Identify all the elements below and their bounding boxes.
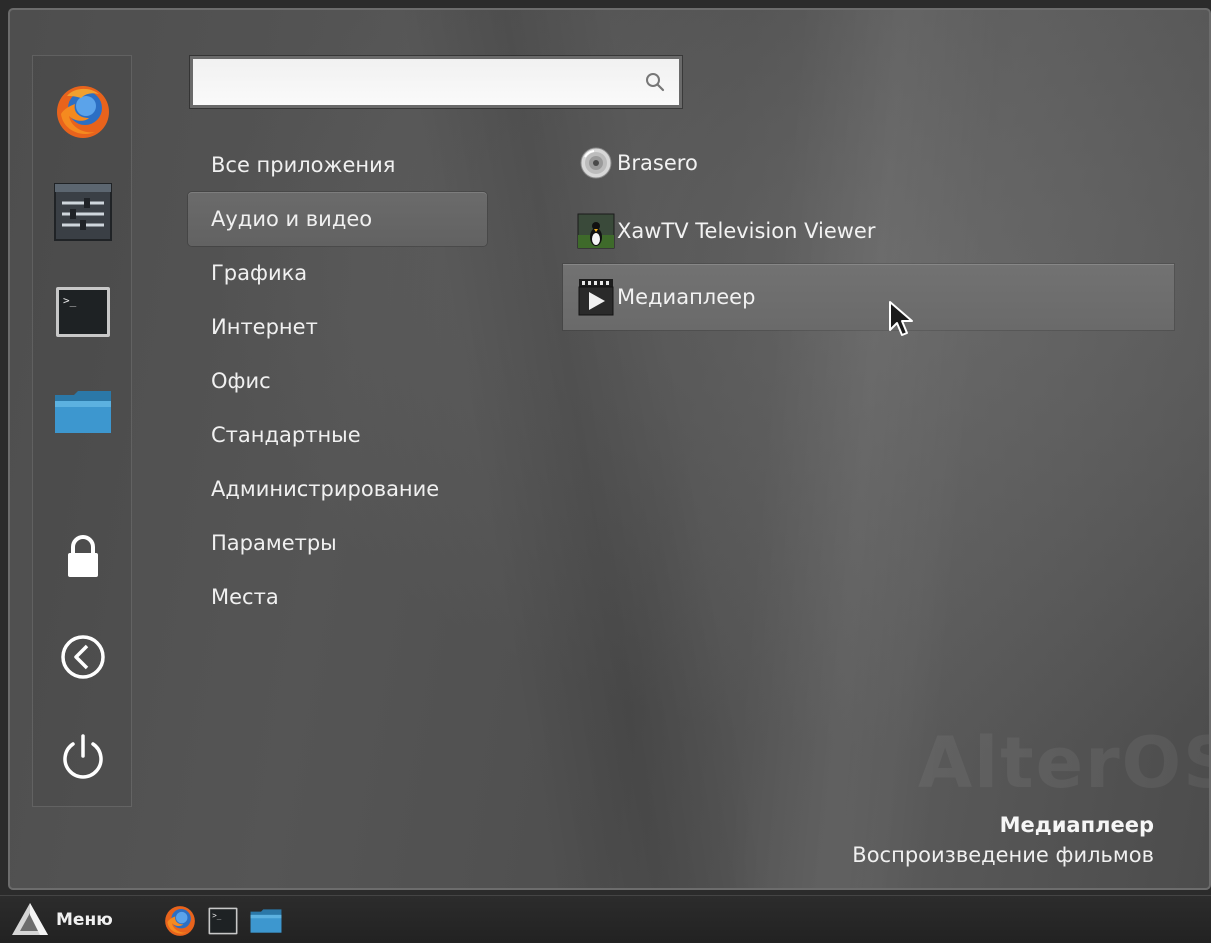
category-all-apps[interactable]: Все приложения [188,138,487,192]
app-description: Медиаплеер Воспроизведение фильмов [852,810,1154,870]
terminal-icon: >_ [208,907,238,935]
app-label: Медиаплеер [617,285,756,309]
favorites-sidebar: >_ [32,55,132,807]
watermark-logo: AlterOS [918,722,1211,804]
app-label: Brasero [617,151,698,175]
logout-button[interactable] [54,628,112,686]
search-icon [646,73,665,92]
launcher-files[interactable] [250,905,282,937]
app-label: XawTV Television Viewer [617,219,876,243]
category-internet[interactable]: Интернет [188,300,487,354]
launcher-firefox[interactable] [164,905,196,937]
launcher-terminal[interactable]: >_ [207,905,239,937]
sound-settings-icon [54,183,112,241]
logout-icon [61,635,105,679]
video-player-icon [578,279,614,316]
category-administration[interactable]: Администрирование [188,462,487,516]
search-box [190,56,682,108]
tv-icon [577,213,615,249]
folder-icon [250,909,282,933]
favorite-files[interactable] [54,383,112,441]
application-menu: AlterOS >_ Все приложения Аудио и видео … [8,8,1211,890]
description-title: Медиаплеер [999,813,1154,837]
lock-screen-button[interactable] [54,528,112,586]
category-graphics[interactable]: Графика [188,246,487,300]
description-subtitle: Воспроизведение фильмов [852,843,1154,867]
menu-label: Меню [56,910,113,930]
shutdown-button[interactable] [54,728,112,786]
svg-text:>_: >_ [212,911,222,920]
category-audio-video[interactable]: Аудио и видео [188,192,487,246]
app-xawtv[interactable]: XawTV Television Viewer [563,198,1174,264]
lock-icon [68,535,98,577]
app-brasero[interactable]: Brasero [563,130,1174,196]
menu-button[interactable]: Меню [10,900,113,940]
folder-icon [55,391,111,433]
disc-icon [580,147,612,179]
power-icon [63,734,103,779]
mouse-cursor-icon [889,301,913,336]
svg-text:>_: >_ [63,294,77,307]
category-office[interactable]: Офис [188,354,487,408]
category-places[interactable]: Места [188,570,487,624]
search-input[interactable] [201,59,631,105]
menu-logo-icon [12,903,48,935]
firefox-icon [165,906,195,936]
favorite-firefox[interactable] [54,83,112,141]
category-preferences[interactable]: Параметры [188,516,487,570]
taskbar: Меню >_ [0,895,1211,943]
terminal-icon: >_ [56,287,110,337]
category-accessories[interactable]: Стандартные [188,408,487,462]
favorite-terminal[interactable]: >_ [54,283,112,341]
firefox-icon [57,86,109,138]
favorite-sound-settings[interactable] [54,183,112,241]
app-mediaplayer[interactable]: Медиаплеер [563,264,1174,330]
